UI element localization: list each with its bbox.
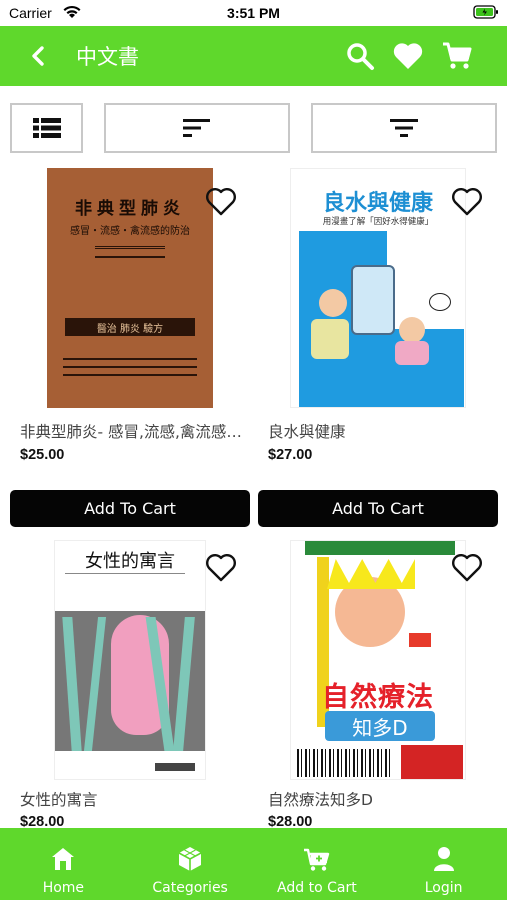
book-cover: 良水與健康 用漫畫了解「因好水得健康」 [290, 168, 466, 408]
cart-add-icon [303, 848, 330, 871]
status-time: 3:51 PM [227, 5, 280, 21]
nav-add-to-cart[interactable]: Add to Cart [254, 828, 381, 900]
nav-add-to-cart-label: Add to Cart [277, 880, 357, 896]
cart-button[interactable] [440, 39, 474, 73]
product-title[interactable]: 女性的寓言 [20, 788, 246, 810]
cover-heading: 自然療法 [322, 682, 434, 713]
book-cover: 自然療法 知多D [290, 540, 466, 780]
search-icon [347, 43, 374, 70]
nav-categories[interactable]: Categories [127, 828, 254, 900]
chevron-left-icon [32, 46, 44, 66]
cover-subtitle: 感冒・流感・禽流感的防治 [70, 226, 190, 237]
app-bar: 中文書 [0, 26, 507, 86]
nav-login[interactable]: Login [380, 828, 507, 900]
sort-button[interactable] [104, 103, 290, 153]
user-icon [433, 847, 454, 871]
product-title[interactable]: 非典型肺炎- 感冒,流感,禽流感的防治 [20, 420, 246, 442]
product-title[interactable]: 自然療法知多D [268, 788, 494, 810]
nav-home-label: Home [42, 880, 85, 896]
bottom-nav: Home Categories Add to Cart Login [0, 828, 507, 900]
view-toggle-button[interactable] [10, 103, 83, 153]
cover-subtitle: 知多D [325, 711, 435, 741]
categories-icon [178, 847, 202, 871]
status-bar: Carrier 3:51 PM [0, 0, 507, 26]
book-cover: 非典型肺炎 感冒・流感・禽流感的防治 醫治 肺炎 驗方 [47, 168, 213, 408]
product-price: $25.00 [20, 447, 65, 463]
page-title: 中文書 [76, 45, 139, 69]
product-price: $27.00 [268, 447, 313, 463]
search-button[interactable] [343, 39, 377, 73]
cover-heading: 良水與健康 [322, 191, 433, 216]
nav-home[interactable]: Home [0, 828, 127, 900]
favorite-icon[interactable] [204, 186, 238, 218]
home-icon [52, 848, 75, 870]
favorite-icon[interactable] [204, 552, 238, 584]
filter-icon [390, 119, 418, 137]
product-title[interactable]: 良水與健康 [268, 420, 494, 442]
back-button[interactable] [24, 41, 52, 71]
cover-band: 醫治 肺炎 驗方 [65, 318, 195, 336]
cover-heading: 女性的寓言 [85, 551, 175, 572]
favorite-icon[interactable] [450, 552, 484, 584]
sort-icon [183, 119, 210, 137]
nav-categories-label: Categories [152, 880, 228, 896]
add-to-cart-button[interactable]: Add To Cart [10, 490, 250, 527]
favorite-icon[interactable] [450, 186, 484, 218]
wishlist-button[interactable] [391, 39, 425, 73]
filter-button[interactable] [311, 103, 497, 153]
toolbar [0, 103, 507, 155]
nav-login-label: Login [424, 880, 463, 896]
heart-icon [393, 43, 423, 69]
cover-heading: 非典型肺炎 [75, 199, 185, 219]
battery-icon [473, 5, 498, 19]
list-view-icon [32, 118, 61, 138]
add-to-cart-button[interactable]: Add To Cart [258, 490, 498, 527]
cart-icon [443, 42, 472, 69]
book-cover: 女性的寓言 [54, 540, 206, 780]
cover-subtitle: 用漫畫了解「因好水得健康」 [322, 217, 434, 227]
